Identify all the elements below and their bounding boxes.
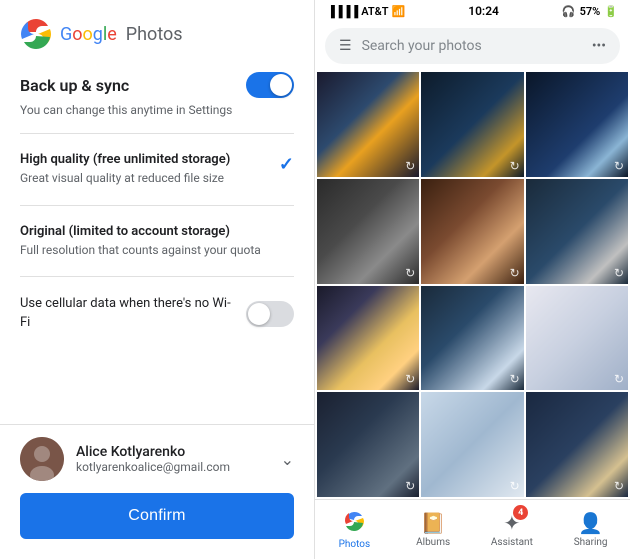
search-inner[interactable]: ☰ Search your photos ••• bbox=[325, 28, 620, 64]
more-options-icon[interactable]: ••• bbox=[592, 38, 606, 54]
photo-cell[interactable]: ↻ bbox=[526, 179, 628, 284]
backup-sync-toggle[interactable] bbox=[246, 72, 294, 98]
photo-cell[interactable]: ↻ bbox=[317, 286, 419, 391]
nav-item-photos[interactable]: Photos bbox=[315, 504, 394, 556]
photo-grid: ↻ ↻ ↻ ↻ ↻ ↻ ↻ ↻ ↻ ↻ ↻ ↻ bbox=[315, 70, 630, 499]
sync-icon: ↻ bbox=[405, 479, 415, 493]
photo-cell[interactable]: ↻ bbox=[526, 72, 628, 177]
sync-icon: ↻ bbox=[405, 372, 415, 386]
photo-cell[interactable]: ↻ bbox=[421, 179, 523, 284]
search-placeholder[interactable]: Search your photos bbox=[362, 38, 582, 54]
assistant-badge-container: ✦ 4 bbox=[503, 511, 520, 535]
photo-cell[interactable]: ↻ bbox=[526, 286, 628, 391]
sync-icon: ↻ bbox=[510, 479, 520, 493]
google-photos-icon bbox=[20, 18, 52, 50]
sync-icon: ↻ bbox=[510, 266, 520, 280]
app-title: Google Photos bbox=[60, 24, 183, 45]
wifi-icon: 📶 bbox=[392, 5, 406, 18]
divider-1 bbox=[20, 133, 294, 134]
sync-icon: ↻ bbox=[510, 159, 520, 173]
albums-nav-icon: 📔 bbox=[421, 511, 446, 535]
nav-item-assistant[interactable]: ✦ 4 Assistant bbox=[473, 505, 552, 554]
divider-2 bbox=[20, 205, 294, 206]
cellular-toggle[interactable] bbox=[246, 301, 294, 327]
sync-icon: ↻ bbox=[614, 479, 624, 493]
sharing-nav-label: Sharing bbox=[574, 537, 608, 548]
nav-item-sharing[interactable]: 👤 Sharing bbox=[551, 505, 630, 554]
avatar-image bbox=[20, 437, 64, 481]
photo-cell[interactable]: ↻ bbox=[317, 179, 419, 284]
right-panel: ▐▐▐▐ AT&T 📶 10:24 🎧 57% 🔋 ☰ Search your … bbox=[315, 0, 630, 559]
nav-item-albums[interactable]: 📔 Albums bbox=[394, 505, 473, 554]
sync-icon: ↻ bbox=[614, 159, 624, 173]
status-time: 10:24 bbox=[468, 4, 499, 18]
photo-cell[interactable]: ↻ bbox=[317, 392, 419, 497]
photos-nav-label: Photos bbox=[339, 539, 371, 550]
account-name: Alice Kotlyarenko bbox=[76, 444, 269, 460]
photo-cell[interactable]: ↻ bbox=[421, 392, 523, 497]
photo-cell[interactable]: ↻ bbox=[526, 392, 628, 497]
sync-icon: ↻ bbox=[405, 266, 415, 280]
assistant-badge: 4 bbox=[513, 505, 528, 520]
headphone-icon: 🎧 bbox=[562, 5, 576, 18]
chevron-down-icon[interactable]: ⌄ bbox=[281, 450, 294, 469]
sharing-nav-icon: 👤 bbox=[578, 511, 603, 535]
battery-percent: 57% bbox=[580, 5, 601, 18]
photo-cell[interactable]: ↻ bbox=[421, 72, 523, 177]
search-bar[interactable]: ☰ Search your photos ••• bbox=[315, 22, 630, 70]
high-quality-option[interactable]: High quality (free unlimited storage) Gr… bbox=[20, 142, 294, 197]
account-email: kotlyarenkoalice@gmail.com bbox=[76, 460, 269, 474]
assistant-nav-label: Assistant bbox=[491, 537, 533, 548]
cellular-text: Use cellular data when there's no Wi-Fi bbox=[20, 295, 246, 331]
bottom-nav: Photos 📔 Albums ✦ 4 Assistant 👤 Sharing bbox=[315, 499, 630, 559]
cellular-row: Use cellular data when there's no Wi-Fi bbox=[20, 285, 294, 341]
albums-nav-label: Albums bbox=[416, 537, 450, 548]
photo-cell[interactable]: ↻ bbox=[421, 286, 523, 391]
divider-3 bbox=[20, 276, 294, 277]
hamburger-icon[interactable]: ☰ bbox=[339, 38, 352, 54]
high-quality-checkmark: ✓ bbox=[279, 154, 294, 175]
status-bar: ▐▐▐▐ AT&T 📶 10:24 🎧 57% 🔋 bbox=[315, 0, 630, 22]
status-right: 🎧 57% 🔋 bbox=[562, 5, 618, 18]
backup-sync-title: Back up & sync bbox=[20, 76, 129, 95]
settings-content: Back up & sync You can change this anyti… bbox=[0, 60, 314, 424]
original-quality-option[interactable]: Original (limited to account storage) Fu… bbox=[20, 214, 294, 269]
carrier-name: AT&T bbox=[361, 5, 388, 18]
left-panel: Google Photos Back up & sync You can cha… bbox=[0, 0, 315, 559]
status-left: ▐▐▐▐ AT&T 📶 bbox=[327, 5, 405, 18]
backup-sync-desc: You can change this anytime in Settings bbox=[20, 102, 294, 119]
backup-sync-row: Back up & sync bbox=[20, 72, 294, 98]
sync-icon: ↻ bbox=[614, 266, 624, 280]
sync-icon: ↻ bbox=[405, 159, 415, 173]
sync-icon: ↻ bbox=[614, 372, 624, 386]
account-info: Alice Kotlyarenko kotlyarenkoalice@gmail… bbox=[76, 444, 269, 474]
confirm-button[interactable]: Confirm bbox=[20, 493, 294, 539]
account-section[interactable]: Alice Kotlyarenko kotlyarenkoalice@gmail… bbox=[0, 424, 314, 493]
original-quality-title: Original (limited to account storage) bbox=[20, 224, 294, 239]
original-quality-desc: Full resolution that counts against your… bbox=[20, 242, 294, 259]
high-quality-desc: Great visual quality at reduced file siz… bbox=[20, 170, 294, 187]
photo-cell[interactable]: ↻ bbox=[317, 72, 419, 177]
battery-icon: 🔋 bbox=[604, 5, 618, 18]
high-quality-title: High quality (free unlimited storage) bbox=[20, 152, 294, 167]
sync-icon: ↻ bbox=[510, 372, 520, 386]
signal-icon: ▐▐▐▐ bbox=[327, 5, 358, 18]
photos-nav-icon bbox=[343, 510, 365, 537]
logo-area: Google Photos bbox=[0, 0, 314, 60]
avatar bbox=[20, 437, 64, 481]
